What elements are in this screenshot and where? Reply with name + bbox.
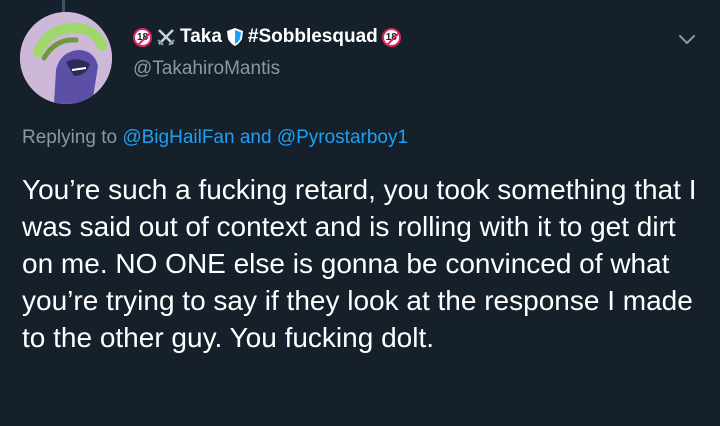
display-name-text: Taka bbox=[180, 26, 222, 47]
thread-line bbox=[62, 0, 65, 12]
mention-link[interactable]: @BigHailFan bbox=[122, 127, 234, 148]
age-badge-text: 18 bbox=[136, 31, 149, 43]
tweet-header: 18 Taka #Sobblesquad 18 @TakahiroMantis bbox=[133, 26, 660, 80]
shield-icon bbox=[226, 28, 243, 46]
display-name-hashtag: #Sobblesquad bbox=[247, 26, 378, 47]
age-badge-text: 18 bbox=[385, 31, 397, 43]
avatar[interactable] bbox=[20, 12, 112, 104]
crossed-swords-icon bbox=[157, 29, 175, 46]
age-18-badge-icon: 18 bbox=[133, 27, 152, 47]
chevron-down-icon[interactable] bbox=[676, 28, 698, 50]
replying-conjunction[interactable]: and bbox=[240, 127, 272, 148]
mention-link[interactable]: @Pyrostarboy1 bbox=[277, 127, 408, 148]
tweet-text: You’re such a fucking retard, you took s… bbox=[22, 174, 697, 353]
display-name[interactable]: 18 Taka #Sobblesquad 18 bbox=[133, 26, 660, 48]
avatar-image bbox=[20, 12, 112, 104]
replying-prefix: Replying to bbox=[22, 127, 118, 148]
user-handle[interactable]: @TakahiroMantis bbox=[133, 58, 660, 80]
replying-to: Replying to @BigHailFan and @Pyrostarboy… bbox=[22, 127, 408, 149]
age-18-badge-icon: 18 bbox=[381, 27, 401, 47]
